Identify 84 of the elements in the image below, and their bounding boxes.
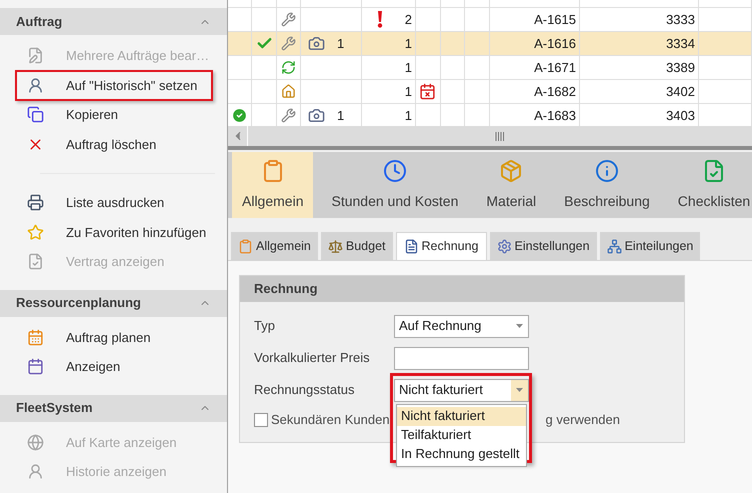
tab[interactable]: Budget <box>320 232 393 260</box>
tab[interactable]: Einstellungen <box>490 232 597 260</box>
dropdown-field[interactable]: Nicht fakturiert <box>394 378 529 402</box>
panel-header: Rechnung <box>240 276 684 302</box>
tab[interactable]: Allgemein <box>231 232 318 260</box>
info-icon <box>594 158 619 182</box>
tab[interactable]: Rechnung <box>396 232 487 260</box>
exclamation-icon <box>377 11 383 28</box>
number-cell-text: 3402 <box>666 82 695 101</box>
section-header[interactable]: Auftrag <box>0 8 227 35</box>
sidebar-item[interactable]: Auf "Historisch" setzen <box>15 70 214 101</box>
number-cell-text: 3389 <box>666 58 695 77</box>
order-cell-text: A-1616 <box>534 34 576 53</box>
order-cell-text: A-1683 <box>534 106 576 125</box>
number-cell-text: 3333 <box>666 10 695 29</box>
field-label: Rechnungsstatus <box>254 381 356 400</box>
attachment-count: 1 <box>337 106 344 125</box>
order-cell-text: A-1615 <box>534 10 576 29</box>
wrench-icon <box>281 108 296 123</box>
recycle-icon <box>281 60 296 75</box>
edit-icon <box>27 47 44 64</box>
clipboard-icon <box>238 238 253 254</box>
table-row[interactable]: 1 A-1682 3402 <box>228 80 752 104</box>
field-label: Typ <box>254 317 276 336</box>
sidebar-item[interactable]: Auftrag löschen <box>15 128 172 160</box>
page-button[interactable]: Beschreibung <box>554 152 660 218</box>
dropdown-option[interactable]: In Rechnung gestellt <box>397 444 526 464</box>
scale-icon <box>328 238 343 254</box>
attachment-count: 1 <box>337 34 344 53</box>
dropdown-option[interactable]: Teilfakturiert <box>397 426 526 444</box>
count-cell-text: 1 <box>404 82 412 101</box>
checkbox[interactable] <box>254 412 268 427</box>
price-input[interactable] <box>394 346 529 370</box>
person-icon <box>27 76 44 94</box>
camera-icon <box>308 35 325 52</box>
house-icon <box>281 84 296 99</box>
grip-icon[interactable] <box>495 132 505 140</box>
number-cell-text: 3334 <box>666 34 695 53</box>
dropdown-caret-icon[interactable] <box>516 324 523 328</box>
order-cell-text: A-1682 <box>534 82 576 101</box>
wrench-icon <box>281 12 296 27</box>
sidebar-item[interactable]: Auftrag planen <box>15 322 167 353</box>
table-row[interactable]: 1 A-1671 3389 <box>228 56 752 80</box>
dropdown-field[interactable]: Auf Rechnung <box>394 314 529 338</box>
printer-icon <box>27 194 44 212</box>
sidebar-item[interactable]: Anzeigen <box>15 351 136 382</box>
clock-icon <box>382 158 407 182</box>
star-icon <box>27 224 44 241</box>
gear-icon <box>496 238 512 254</box>
page-button[interactable]: Material <box>476 152 546 218</box>
table-row[interactable]: 2 A-1615 3333 <box>228 8 752 32</box>
section-header[interactable]: FleetSystem <box>0 394 227 422</box>
count-cell-text: 1 <box>404 106 412 125</box>
order-cell-text: A-1671 <box>534 58 576 77</box>
sidebar-item[interactable]: Kopieren <box>15 99 134 130</box>
wrench-icon <box>281 36 296 51</box>
horizontal-scrollbar[interactable] <box>228 126 752 146</box>
sidebar-item[interactable]: Zu Favoriten hinzufügen <box>15 216 222 248</box>
count-cell-text: 2 <box>404 10 412 29</box>
globe-icon <box>27 434 44 451</box>
calendar-icon <box>27 358 44 376</box>
dropdown-option[interactable]: Nicht fakturiert <box>397 406 526 426</box>
sidebar-item[interactable]: Liste ausdrucken <box>15 187 180 218</box>
tab[interactable]: Einteilungen <box>600 232 700 260</box>
table-row[interactable]: 1 1 A-1616 3334 <box>228 32 752 56</box>
checkbox-label: Sekundären Kunden <box>271 411 390 429</box>
section-header[interactable]: Ressourcenplanung <box>0 290 227 316</box>
number-cell-text: 3403 <box>666 106 695 125</box>
count-cell-text: 1 <box>404 34 412 53</box>
page-button[interactable]: Allgemein <box>232 152 314 218</box>
field-label: Vorkalkulierter Preis <box>254 349 371 368</box>
tree-icon <box>606 238 622 254</box>
dropdown-caret-icon[interactable] <box>516 388 523 392</box>
calendar-icon <box>27 328 44 346</box>
person-icon <box>27 463 44 480</box>
count-cell-text: 1 <box>404 58 412 77</box>
document-check-icon <box>27 253 44 270</box>
document-icon <box>404 239 419 254</box>
page-button[interactable]: Stunden und Kosten <box>321 152 468 218</box>
copy-icon <box>27 106 44 124</box>
box-icon <box>499 158 524 182</box>
page-button[interactable]: Checklisten <box>668 152 752 218</box>
camera-icon <box>308 107 325 124</box>
checkbox-label: g verwenden <box>546 411 620 429</box>
